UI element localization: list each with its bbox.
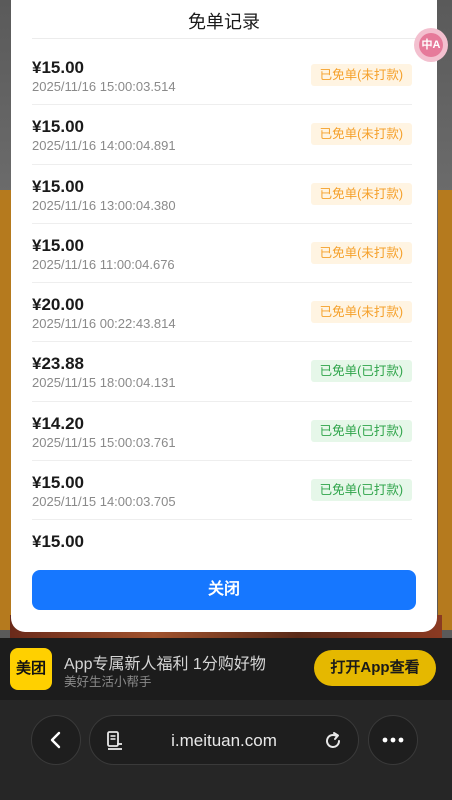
record-status-badge: 已免单(未打款)	[310, 301, 412, 324]
record-amount: ¥15.00	[32, 117, 84, 137]
record-status-badge: 已免单(已打款)	[310, 479, 412, 502]
banner-subtitle: 美好生活小帮手	[64, 675, 152, 689]
record-item: ¥15.00 2025/11/16 15:00:03.514 已免单(未打款)	[32, 46, 412, 106]
open-app-button[interactable]: 打开App查看	[314, 650, 436, 686]
reload-icon[interactable]	[322, 730, 344, 752]
browser-toolbar: i.meituan.com	[0, 700, 452, 800]
record-amount: ¥20.00	[32, 295, 84, 315]
record-amount: ¥15.00	[32, 473, 84, 493]
record-status-badge: 已免单(未打款)	[310, 64, 412, 86]
back-button[interactable]	[31, 715, 81, 765]
record-status-badge: 已免单(已打款)	[310, 360, 412, 383]
record-time: 2025/11/16 00:22:43.814	[32, 316, 176, 332]
record-status-badge: 已免单(已打款)	[310, 419, 412, 442]
record-time: 2025/11/15 15:00:03.761	[32, 434, 176, 450]
record-item: ¥23.88 2025/11/15 18:00:04.131 已免单(已打款)	[32, 342, 412, 402]
record-amount: ¥15.00	[32, 176, 84, 196]
more-dots-icon	[382, 737, 404, 743]
record-status-badge: 已免单(未打款)	[310, 182, 412, 205]
url-text: i.meituan.com	[171, 731, 277, 750]
record-time: 2025/11/16 15:00:03.514	[32, 79, 176, 94]
records-list[interactable]: ¥15.00 2025/11/16 15:00:03.514 已免单(未打款) …	[32, 46, 412, 548]
record-status-badge: 已免单(未打款)	[310, 241, 412, 264]
close-button[interactable]: 关闭	[32, 570, 416, 610]
record-item: ¥20.00 2025/11/16 00:22:43.814 已免单(未打款)	[32, 283, 412, 343]
translate-icon: 中A	[419, 33, 443, 57]
record-time: 2025/11/15 18:00:04.131	[32, 375, 176, 391]
record-time: 2025/11/16 11:00:04.676	[32, 256, 175, 272]
modal-title: 免单记录	[188, 12, 260, 32]
record-time: 2025/11/16 13:00:04.380	[32, 197, 176, 213]
record-item: ¥15.00	[32, 520, 412, 548]
record-amount: ¥14.20	[32, 413, 84, 433]
record-item: ¥14.20 2025/11/15 15:00:03.761 已免单(已打款)	[32, 402, 412, 462]
title-divider	[32, 38, 416, 39]
record-time: 2025/11/16 14:00:04.891	[32, 138, 176, 154]
translate-floating-button[interactable]: 中A	[414, 28, 448, 62]
record-amount: ¥23.88	[32, 354, 84, 374]
record-time: 2025/11/15 14:00:03.705	[32, 494, 176, 510]
record-amount: ¥15.00	[32, 235, 84, 255]
address-bar[interactable]: i.meituan.com	[89, 715, 359, 765]
record-item: ¥15.00 2025/11/16 13:00:04.380 已免单(未打款)	[32, 165, 412, 224]
record-item: ¥15.00 2025/11/16 11:00:04.676 已免单(未打款)	[32, 224, 412, 284]
record-amount: ¥15.00	[32, 58, 84, 77]
record-status-badge: 已免单(未打款)	[310, 123, 412, 146]
record-item: ¥15.00 2025/11/16 14:00:04.891 已免单(未打款)	[32, 105, 412, 165]
app-download-banner[interactable]: 美团 App专属新人福利 1分购好物 美好生活小帮手 打开App查看	[0, 638, 452, 700]
more-button[interactable]	[368, 715, 418, 765]
record-item: ¥15.00 2025/11/15 14:00:03.705 已免单(已打款)	[32, 461, 412, 521]
record-amount: ¥15.00	[32, 532, 84, 548]
meituan-logo: 美团	[10, 648, 52, 690]
background-decoration-right	[438, 190, 452, 630]
chevron-left-icon	[50, 731, 61, 749]
free-order-records-modal: 免单记录 ¥15.00 2025/11/16 15:00:03.514 已免单(…	[11, 0, 437, 632]
